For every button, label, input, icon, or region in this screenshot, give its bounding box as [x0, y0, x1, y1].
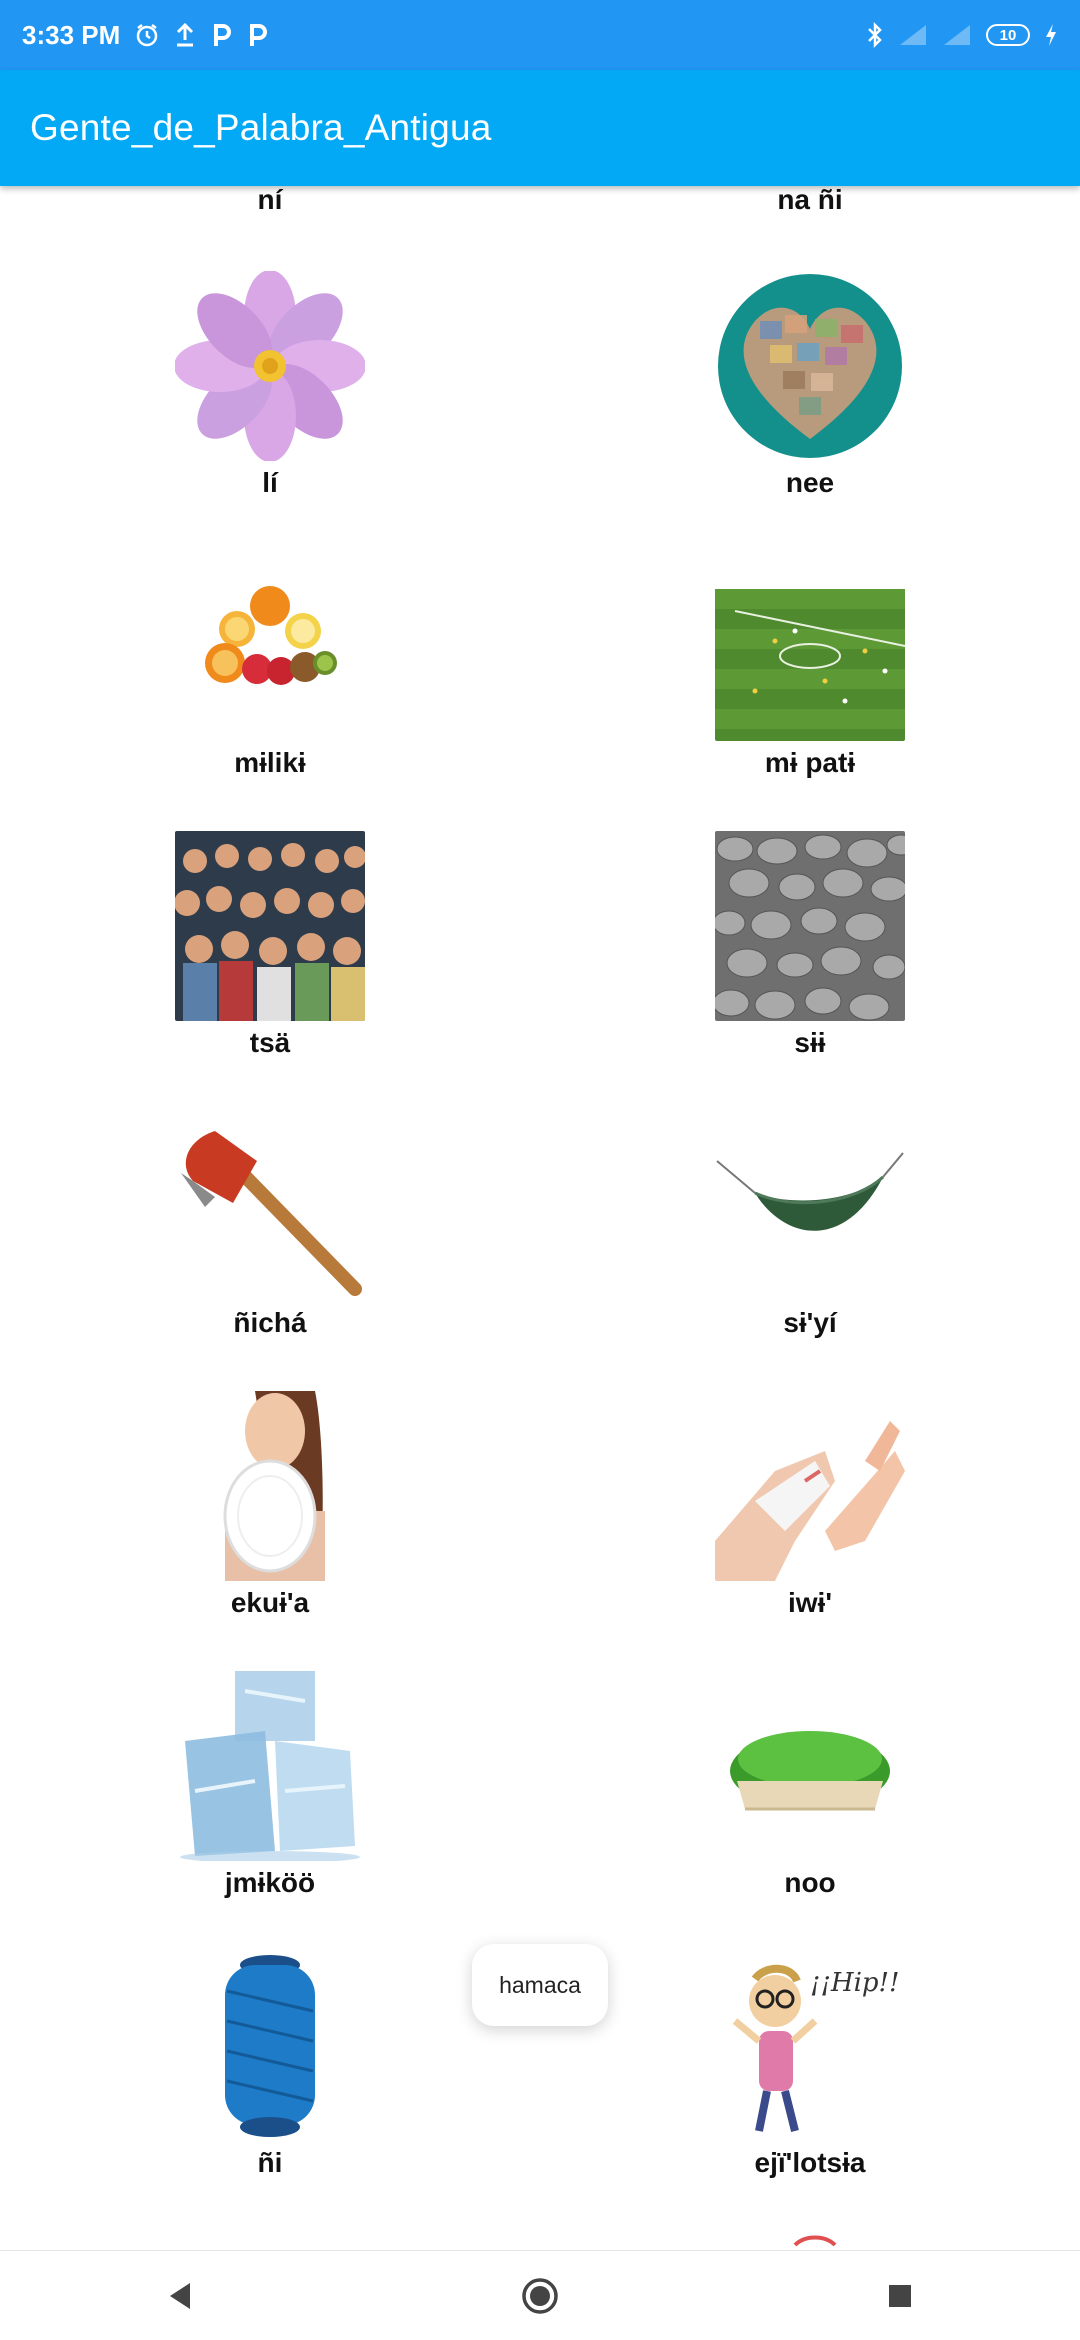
grid-item[interactable]: mɨlikɨ	[0, 551, 540, 791]
item-label: ñi	[257, 2147, 283, 2178]
back-icon	[170, 2282, 190, 2309]
grid-item[interactable]: jmɨköö	[0, 1671, 540, 1911]
item-label: ní	[257, 186, 283, 215]
charging-icon	[1044, 23, 1058, 47]
item-label: mɨlikɨ	[234, 747, 306, 778]
alarm-icon	[134, 22, 160, 48]
ice-cubes-image	[175, 1671, 365, 1861]
flower-image	[175, 271, 365, 461]
item-label: sɨɨ	[794, 1027, 826, 1058]
recents-icon	[889, 2284, 911, 2307]
status-bar: 3:33 PM 10	[0, 0, 1080, 70]
cheering-cartoon-image: ¡¡Hip!!	[715, 1951, 905, 2141]
back-button[interactable]	[140, 2266, 220, 2326]
battery-level: 10	[999, 26, 1017, 44]
partial-image	[715, 2231, 905, 2251]
stones-image	[715, 831, 905, 1021]
status-time: 3:33 PM	[22, 19, 121, 50]
signal-icon	[942, 23, 972, 47]
app-title: Gente_de_Palabra_Antigua	[30, 107, 492, 148]
word-grid: ní na ñi lí nee mɨlikɨ mɨ patɨ tsä sɨɨ ñ…	[0, 186, 1080, 2251]
grid-item[interactable]: mɨ patɨ	[540, 551, 1080, 791]
p-notification-icon	[246, 22, 268, 48]
item-label: tsä	[249, 1027, 291, 1058]
home-button[interactable]	[500, 2266, 580, 2326]
heart-photo-collage-image	[715, 271, 905, 461]
item-label: ñichá	[233, 1307, 307, 1338]
soccer-field-image	[715, 551, 905, 741]
item-label: jmɨköö	[224, 1867, 316, 1898]
item-label: noo	[784, 1867, 836, 1898]
grid-item[interactable]: sɨ'yí	[540, 1111, 1080, 1351]
item-label: iwɨ'	[788, 1587, 832, 1618]
battery-icon: 10	[986, 24, 1030, 46]
grid-item[interactable]: ¡¡Hip!! ejï'lotsɨa	[540, 1951, 1080, 2191]
grid-item[interactable]: noo	[540, 1671, 1080, 1911]
grid-item[interactable]: lí	[0, 271, 540, 511]
navigation-bar	[0, 2250, 1080, 2340]
item-label: ejï'lotsɨa	[754, 2147, 866, 2178]
blue-thread-spool-image	[175, 1951, 365, 2141]
toast-message: hamaca	[472, 1944, 608, 2026]
bandaged-hand-image	[715, 1391, 905, 1581]
item-label: lí	[262, 467, 278, 498]
grid-item[interactable]: sɨɨ	[540, 831, 1080, 1071]
hammock-image	[715, 1111, 905, 1301]
grass-image	[715, 1671, 905, 1861]
grid-item[interactable]: ñichá	[0, 1111, 540, 1351]
grid-item[interactable]: ekuɨ'a	[0, 1391, 540, 1631]
upload-icon	[174, 22, 196, 48]
recents-button[interactable]	[860, 2266, 940, 2326]
fruits-image	[175, 551, 365, 741]
grid-item[interactable]	[540, 2231, 1080, 2251]
p-notification-icon	[210, 22, 232, 48]
item-label: nee	[785, 467, 835, 498]
grid-item[interactable]: na ñi	[540, 186, 1080, 216]
bluetooth-icon	[866, 21, 884, 49]
grid-item[interactable]: nee	[540, 271, 1080, 511]
toast-text: hamaca	[499, 1971, 581, 1998]
axe-image	[175, 1111, 365, 1301]
app-bar: Gente_de_Palabra_Antigua	[0, 70, 1080, 186]
signal-icon	[898, 23, 928, 47]
crowd-of-people-image	[175, 831, 365, 1021]
item-label: sɨ'yí	[783, 1307, 837, 1338]
grid-item[interactable]: ní	[0, 186, 540, 216]
cartoon-caption: ¡¡Hip!!	[810, 1968, 899, 1998]
item-label: na ñi	[777, 186, 843, 215]
grid-item[interactable]: iwɨ'	[540, 1391, 1080, 1631]
grid-item[interactable]: tsä	[0, 831, 540, 1071]
home-icon	[522, 2277, 558, 2314]
item-label: mɨ patɨ	[764, 747, 856, 778]
woman-with-plate-image	[175, 1391, 365, 1581]
grid-item[interactable]: ñi	[0, 1951, 540, 2191]
item-label: ekuɨ'a	[230, 1587, 310, 1618]
